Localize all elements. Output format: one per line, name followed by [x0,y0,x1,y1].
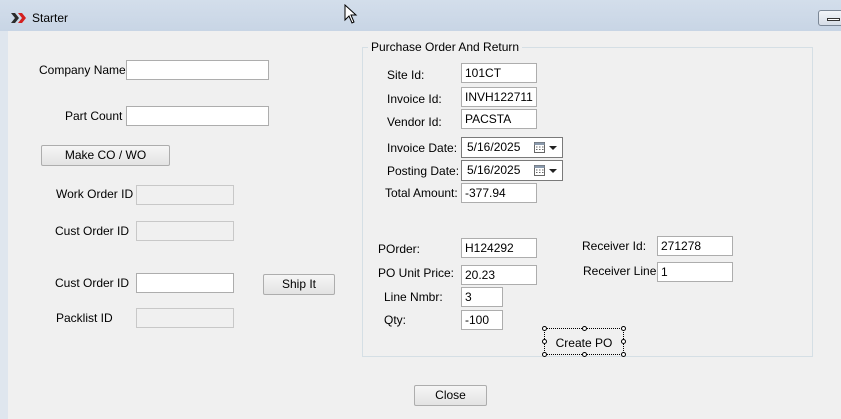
line-nmbr-label: Line Nmbr: [384,290,443,304]
site-id-input[interactable]: 101CT [461,63,537,83]
receiver-id-label: Receiver Id: [582,239,647,253]
resize-handle[interactable] [582,352,587,357]
receiver-line-input[interactable]: 1 [657,262,733,282]
chevron-down-icon[interactable] [549,146,557,150]
invoice-id-label: Invoice Id: [387,92,442,106]
porder-input[interactable]: H124292 [461,238,537,258]
part-count-label: Part Count [65,109,123,123]
part-count-input[interactable] [126,106,269,126]
po-unit-price-input[interactable]: 20.23 [461,265,537,285]
qty-input[interactable]: -100 [461,310,503,330]
company-name-label: Company Name [39,63,126,77]
total-amount-input[interactable]: -377.94 [461,183,537,203]
starter-window: Starter Company Name Part Count Make CO … [0,0,841,419]
calendar-icon [534,165,545,176]
posting-date-value: 5/16/2025 [467,163,521,177]
packlist-id-label: Packlist ID [56,311,113,325]
resize-handle[interactable] [542,352,547,357]
qty-label: Qty: [384,313,407,327]
work-order-id-label: Work Order ID [56,187,134,201]
resize-handle[interactable] [621,326,626,331]
invoice-date-picker[interactable]: 5/16/2025 [461,137,563,158]
work-order-id-field[interactable] [136,185,234,205]
resize-handle[interactable] [542,339,547,344]
receiver-id-input[interactable]: 271278 [657,236,733,256]
red-chevrons-icon [11,13,26,23]
ship-cust-order-id-input[interactable] [136,273,234,293]
ship-it-button[interactable]: Ship It [263,274,335,295]
groupbox-title: Purchase Order And Return [368,40,523,54]
vendor-id-label: Vendor Id: [387,115,442,129]
posting-date-picker[interactable]: 5/16/2025 [461,160,563,181]
cust-order-id-field[interactable] [136,221,234,241]
invoice-id-input[interactable]: INVH122711 [461,87,537,107]
make-co-wo-button[interactable]: Make CO / WO [41,145,170,166]
resize-handle[interactable] [582,326,587,331]
company-name-input[interactable] [126,60,269,80]
mouse-pointer-icon [344,4,358,24]
invoice-date-label: Invoice Date: [387,141,458,155]
porder-label: POrder: [378,242,421,256]
restore-icon[interactable] [818,10,841,26]
resize-handle[interactable] [621,339,626,344]
po-unit-price-label: PO Unit Price: [378,266,455,280]
line-nmbr-input[interactable]: 3 [461,287,503,307]
invoice-date-value: 5/16/2025 [467,140,521,154]
vendor-id-input[interactable]: PACSTA [461,109,537,129]
site-id-label: Site Id: [387,68,425,82]
packlist-id-field[interactable] [136,308,234,328]
create-po-button[interactable]: Create PO [545,336,623,350]
window-title: Starter [32,11,69,25]
receiver-line-label: Receiver Line: [583,264,660,278]
cust-order-id-label: Cust Order ID [55,224,130,238]
chevron-down-icon[interactable] [549,169,557,173]
title-bar[interactable]: Starter [0,0,841,31]
resize-handle[interactable] [621,352,626,357]
close-button[interactable]: Close [414,385,487,406]
ship-cust-order-id-label: Cust Order ID [55,276,130,290]
form-client-area: Company Name Part Count Make CO / WO Wor… [8,31,841,419]
posting-date-label: Posting Date: [387,164,460,178]
total-amount-label: Total Amount: [385,186,458,200]
resize-handle[interactable] [542,326,547,331]
calendar-icon [534,142,545,153]
